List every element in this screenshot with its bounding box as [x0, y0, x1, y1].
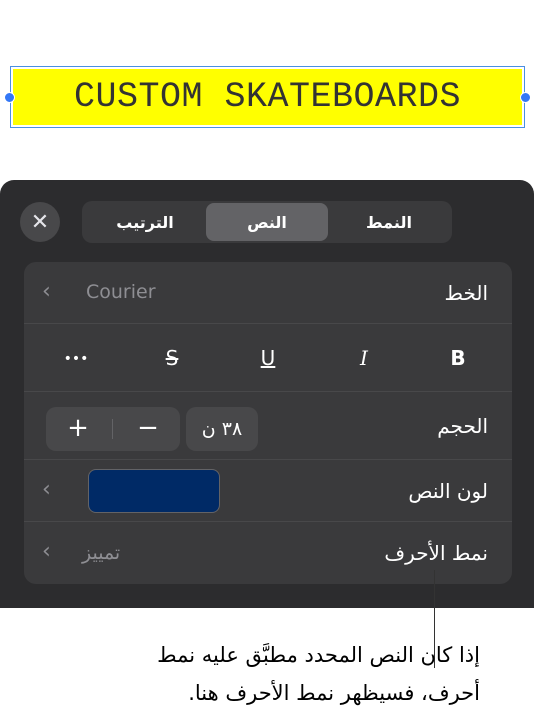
strikethrough-button[interactable]: S [152, 346, 192, 370]
underline-button[interactable]: U [248, 346, 288, 370]
size-label: الحجم [437, 414, 488, 438]
size-row: الحجم + − ٣٨ ن [24, 392, 512, 460]
character-style-label: نمط الأحرف [384, 541, 488, 565]
font-row[interactable]: الخط ‹ Courier [24, 262, 512, 324]
text-box-content: CUSTOM SKATEBOARDS [13, 69, 522, 125]
font-label: الخط [444, 281, 488, 305]
text-color-row[interactable]: لون النص ‹ [24, 460, 512, 522]
character-style-row[interactable]: نمط الأحرف ‹ تمييز [24, 522, 512, 584]
increase-size-button[interactable]: + [48, 413, 108, 443]
close-icon: ✕ [30, 209, 50, 235]
chevron-left-icon: ‹ [42, 477, 51, 502]
decrease-size-button[interactable]: − [118, 413, 178, 443]
font-value: Courier [86, 281, 156, 303]
selection-handle-left[interactable] [4, 92, 15, 103]
font-style-row: B I U S ••• [24, 324, 512, 392]
format-panel: ✕ النمط النص الترتيب الخط ‹ Courier B I … [0, 180, 534, 608]
character-style-value: تمييز [82, 542, 121, 564]
callout-caption: إذا كان النص المحدد مطبَّق عليه نمط أحرف… [10, 636, 480, 712]
selected-text-box[interactable]: CUSTOM SKATEBOARDS [10, 66, 525, 128]
bold-button[interactable]: B [438, 346, 478, 370]
close-button[interactable]: ✕ [20, 202, 60, 242]
text-color-label: لون النص [408, 479, 488, 503]
size-stepper: + − [46, 407, 180, 451]
tab-style[interactable]: النمط [328, 203, 450, 241]
selection-handle-right[interactable] [520, 92, 531, 103]
format-tabs: النمط النص الترتيب [82, 201, 452, 243]
tab-arrange[interactable]: الترتيب [84, 203, 206, 241]
chevron-left-icon: ‹ [42, 539, 51, 564]
chevron-left-icon: ‹ [42, 279, 51, 304]
tab-text[interactable]: النص [206, 203, 328, 241]
text-options-group: الخط ‹ Courier B I U S ••• الحجم + − ٣٨ … [24, 262, 512, 584]
text-color-swatch[interactable] [88, 469, 220, 513]
italic-button[interactable]: I [344, 346, 384, 370]
size-value[interactable]: ٣٨ ن [186, 407, 258, 451]
caption-line-2: أحرف، فسيظهر نمط الأحرف هنا. [188, 681, 480, 705]
more-options-button[interactable]: ••• [56, 351, 96, 367]
stepper-divider [112, 419, 113, 439]
caption-line-1: إذا كان النص المحدد مطبَّق عليه نمط [157, 643, 480, 667]
